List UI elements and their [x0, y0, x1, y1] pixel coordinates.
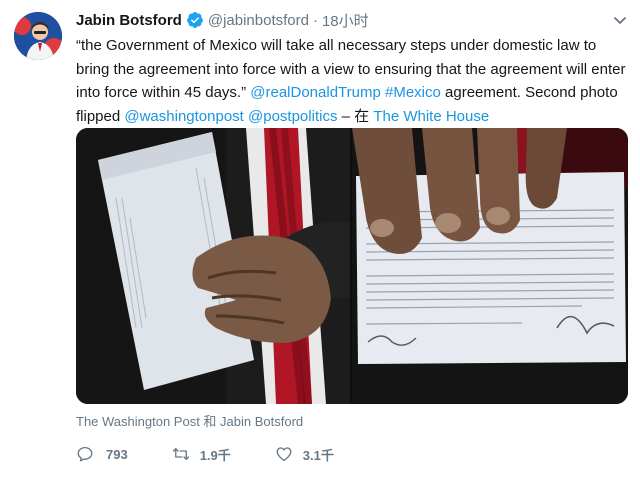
mention-postpolitics[interactable]: @postpolitics	[248, 108, 337, 125]
tweet-header: Jabin Botsford @jabinbotsford · 18小时	[76, 10, 369, 30]
media-container	[76, 128, 628, 404]
like-count: 3.1千	[302, 447, 334, 463]
author-handle[interactable]: @jabinbotsford	[208, 12, 309, 29]
avatar[interactable]	[14, 12, 62, 60]
retweet-icon	[172, 448, 189, 460]
tweet-timestamp[interactable]: 18小时	[322, 10, 369, 31]
verified-badge-icon	[186, 11, 204, 29]
heart-icon	[276, 447, 292, 462]
photo-2[interactable]	[352, 128, 628, 404]
tweet-actions: 793 1.9千 3.1千	[76, 444, 378, 464]
reply-count: 793	[106, 446, 128, 462]
media-caption[interactable]: The Washington Post 和 Jabin Botsford	[76, 411, 303, 430]
like-button[interactable]: 3.1千	[275, 445, 334, 464]
hashtag-mexico[interactable]: #Mexico	[385, 84, 441, 101]
reply-icon	[77, 446, 93, 462]
photo-1[interactable]	[76, 128, 350, 404]
retweet-count: 1.9千	[199, 447, 231, 463]
retweet-button[interactable]: 1.9千	[172, 445, 231, 464]
mention-realdonaldtrump[interactable]: @realDonaldTrump	[250, 84, 381, 101]
location-prefix: – 在	[341, 107, 370, 125]
mention-washingtonpost[interactable]: @washingtonpost	[124, 108, 243, 125]
author-name[interactable]: Jabin Botsford	[76, 12, 182, 29]
chevron-down-icon[interactable]	[612, 12, 628, 28]
reply-button[interactable]: 793	[76, 445, 128, 463]
location-link[interactable]: The White House	[373, 108, 489, 125]
header-separator: ·	[312, 11, 318, 29]
tweet-text: “the Government of Mexico will take all …	[76, 34, 626, 128]
